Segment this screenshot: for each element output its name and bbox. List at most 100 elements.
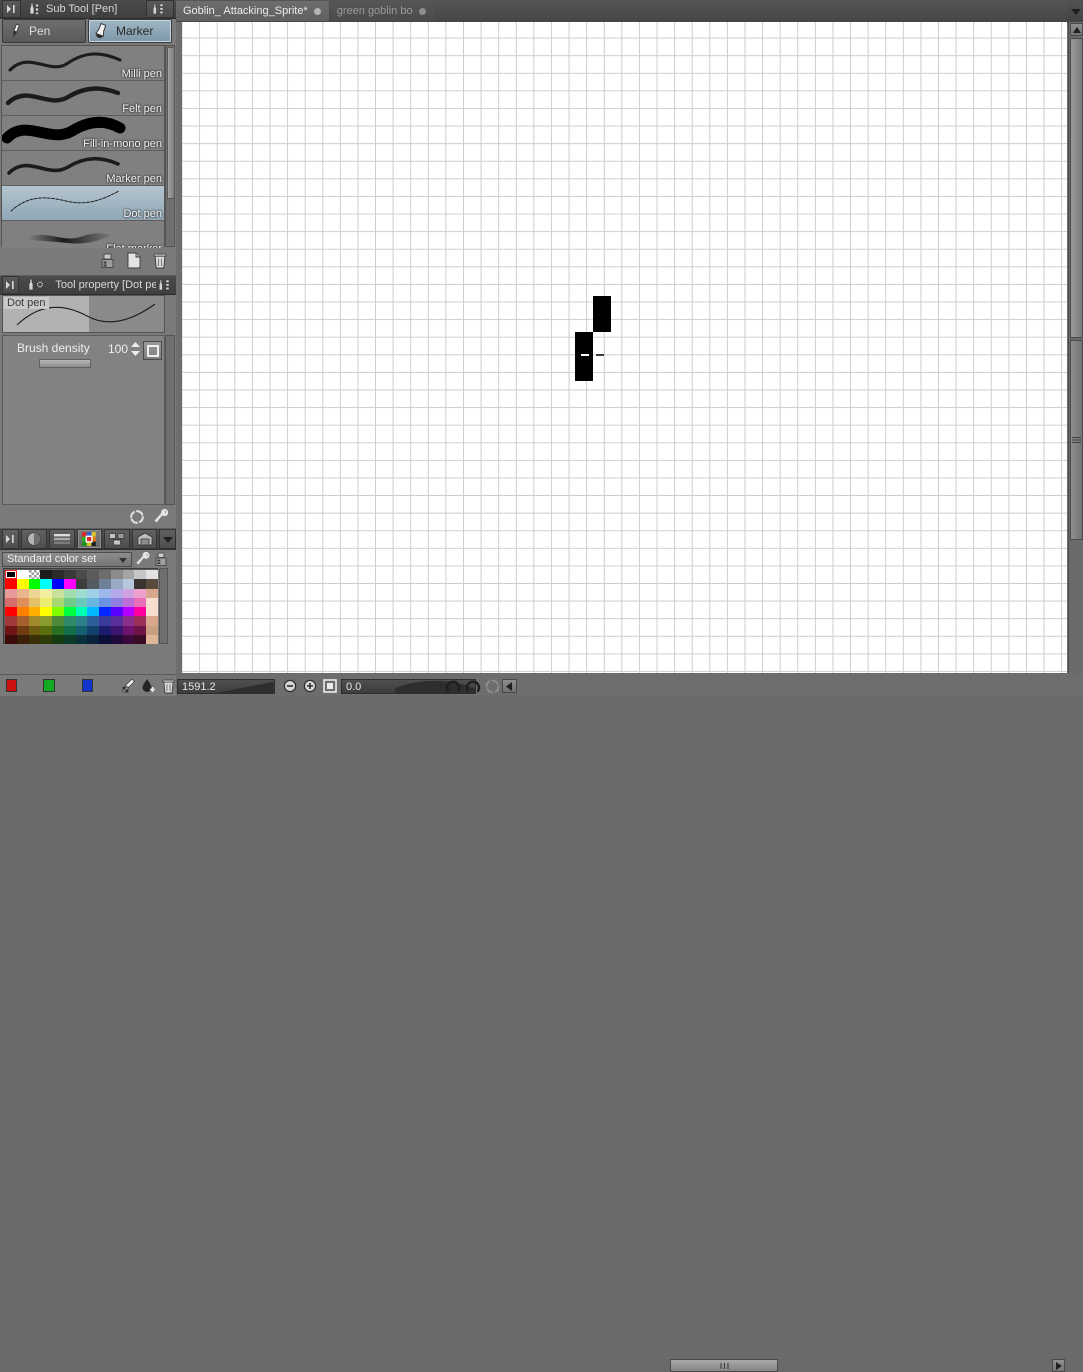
- subtool-item-milli-pen[interactable]: Milli pen: [2, 46, 164, 81]
- color-swatch[interactable]: [146, 616, 158, 625]
- color-swatch[interactable]: [99, 589, 111, 598]
- color-swatch[interactable]: [76, 579, 88, 588]
- color-swatch[interactable]: [64, 589, 76, 598]
- color-swatch[interactable]: [17, 570, 29, 579]
- color-swatch[interactable]: [99, 626, 111, 635]
- spinner-icon[interactable]: [131, 342, 140, 356]
- fit-screen-icon[interactable]: [322, 679, 337, 693]
- color-swatch[interactable]: [76, 589, 88, 598]
- color-swatch[interactable]: [123, 635, 135, 644]
- color-swatch[interactable]: [111, 635, 123, 644]
- wrench-icon[interactable]: [135, 552, 151, 567]
- color-swatch[interactable]: [99, 607, 111, 616]
- color-swatch[interactable]: [87, 635, 99, 644]
- color-swatch[interactable]: [5, 579, 17, 588]
- zoom-out-icon[interactable]: [282, 679, 297, 693]
- color-swatch[interactable]: [5, 589, 17, 598]
- delete-color-icon[interactable]: [161, 678, 176, 694]
- tool-tab-marker[interactable]: Marker: [88, 19, 172, 43]
- color-swatch[interactable]: [17, 607, 29, 616]
- color-swatch[interactable]: [17, 598, 29, 607]
- color-swatch[interactable]: [146, 570, 158, 579]
- color-swatch[interactable]: [134, 570, 146, 579]
- toolproperty-scrollbar[interactable]: [165, 335, 175, 505]
- tab-dot-icon[interactable]: [419, 8, 426, 15]
- color-swatch[interactable]: [87, 589, 99, 598]
- color-swatch[interactable]: [87, 626, 99, 635]
- color-swatch[interactable]: [52, 626, 64, 635]
- color-swatch[interactable]: [40, 626, 52, 635]
- color-swatch[interactable]: [146, 626, 158, 635]
- color-swatch[interactable]: [134, 579, 146, 588]
- color-swatch[interactable]: [29, 616, 41, 625]
- color-wheel-icon[interactable]: [21, 529, 47, 549]
- color-swatch[interactable]: [64, 607, 76, 616]
- color-swatch[interactable]: [52, 570, 64, 579]
- collapse-left-icon[interactable]: [502, 679, 517, 693]
- add-color-icon[interactable]: [141, 678, 156, 693]
- color-swatch[interactable]: [99, 598, 111, 607]
- rotate-right-icon[interactable]: [464, 679, 481, 693]
- color-swatch[interactable]: [146, 598, 158, 607]
- color-swatch[interactable]: [76, 626, 88, 635]
- color-swatch[interactable]: [29, 607, 41, 616]
- color-swatch[interactable]: [17, 589, 29, 598]
- color-swatch[interactable]: [40, 579, 52, 588]
- toolprop-options-icon[interactable]: [156, 279, 176, 291]
- scrollbar-thumb-lower[interactable]: [1070, 340, 1083, 540]
- color-swatch[interactable]: [5, 598, 17, 607]
- color-swatch[interactable]: [123, 607, 135, 616]
- panel-menu-icon[interactable]: [2, 276, 19, 294]
- scrollbar-thumb[interactable]: [167, 47, 175, 199]
- color-swatch[interactable]: [111, 607, 123, 616]
- color-swatch[interactable]: [64, 626, 76, 635]
- color-swatch[interactable]: [134, 589, 146, 598]
- color-swatch[interactable]: [111, 626, 123, 635]
- rotate-left-icon[interactable]: [444, 679, 461, 693]
- color-set-dropdown[interactable]: Standard color set: [2, 552, 132, 567]
- scroll-right-button[interactable]: [1052, 1359, 1065, 1372]
- color-swatch[interactable]: [5, 626, 17, 635]
- reset-icon[interactable]: [129, 509, 145, 525]
- tool-tab-pen[interactable]: Pen: [2, 19, 86, 43]
- color-swatch[interactable]: [64, 635, 76, 644]
- color-swatch-grid[interactable]: [5, 570, 158, 644]
- wrench-icon[interactable]: [153, 509, 170, 525]
- color-swatch[interactable]: [87, 616, 99, 625]
- color-swatch[interactable]: [134, 616, 146, 625]
- color-swatch[interactable]: [64, 616, 76, 625]
- color-swatch[interactable]: [87, 570, 99, 579]
- dynamics-icon[interactable]: [143, 341, 162, 360]
- scrollbar-thumb[interactable]: [670, 1359, 778, 1372]
- color-swatch[interactable]: [99, 616, 111, 625]
- eyedropper-icon[interactable]: [121, 678, 136, 693]
- register-color-icon[interactable]: [154, 552, 169, 567]
- color-swatch[interactable]: [52, 589, 64, 598]
- color-swatch[interactable]: [76, 570, 88, 579]
- color-swatch[interactable]: [123, 579, 135, 588]
- color-swatch[interactable]: [76, 635, 88, 644]
- color-swatch[interactable]: [52, 579, 64, 588]
- color-swatch[interactable]: [29, 598, 41, 607]
- color-swatch[interactable]: [99, 635, 111, 644]
- color-swatch[interactable]: [87, 598, 99, 607]
- color-swatch[interactable]: [146, 579, 158, 588]
- canvas-paper[interactable]: [182, 22, 1067, 673]
- color-swatch[interactable]: [146, 589, 158, 598]
- color-swatch[interactable]: [134, 607, 146, 616]
- new-subtool-icon[interactable]: [126, 252, 142, 269]
- color-swatch[interactable]: [40, 589, 52, 598]
- canvas-vertical-scrollbar[interactable]: [1068, 22, 1083, 673]
- canvas-panel-collapse-button[interactable]: [1068, 0, 1083, 22]
- chevron-down-icon[interactable]: [159, 529, 176, 549]
- panel-menu-icon[interactable]: [2, 529, 19, 549]
- color-swatch[interactable]: [111, 616, 123, 625]
- reset-rotation-icon[interactable]: [484, 679, 501, 693]
- zoom-value-field[interactable]: 1591.2: [177, 679, 275, 694]
- color-swatch[interactable]: [76, 616, 88, 625]
- color-swatch[interactable]: [146, 635, 158, 644]
- color-swatch[interactable]: [40, 635, 52, 644]
- color-swatch[interactable]: [134, 598, 146, 607]
- subtool-options-icon[interactable]: [146, 0, 174, 18]
- document-tab-goblin-attacking-sprite[interactable]: Goblin_ Attacking_Sprite*: [176, 1, 329, 21]
